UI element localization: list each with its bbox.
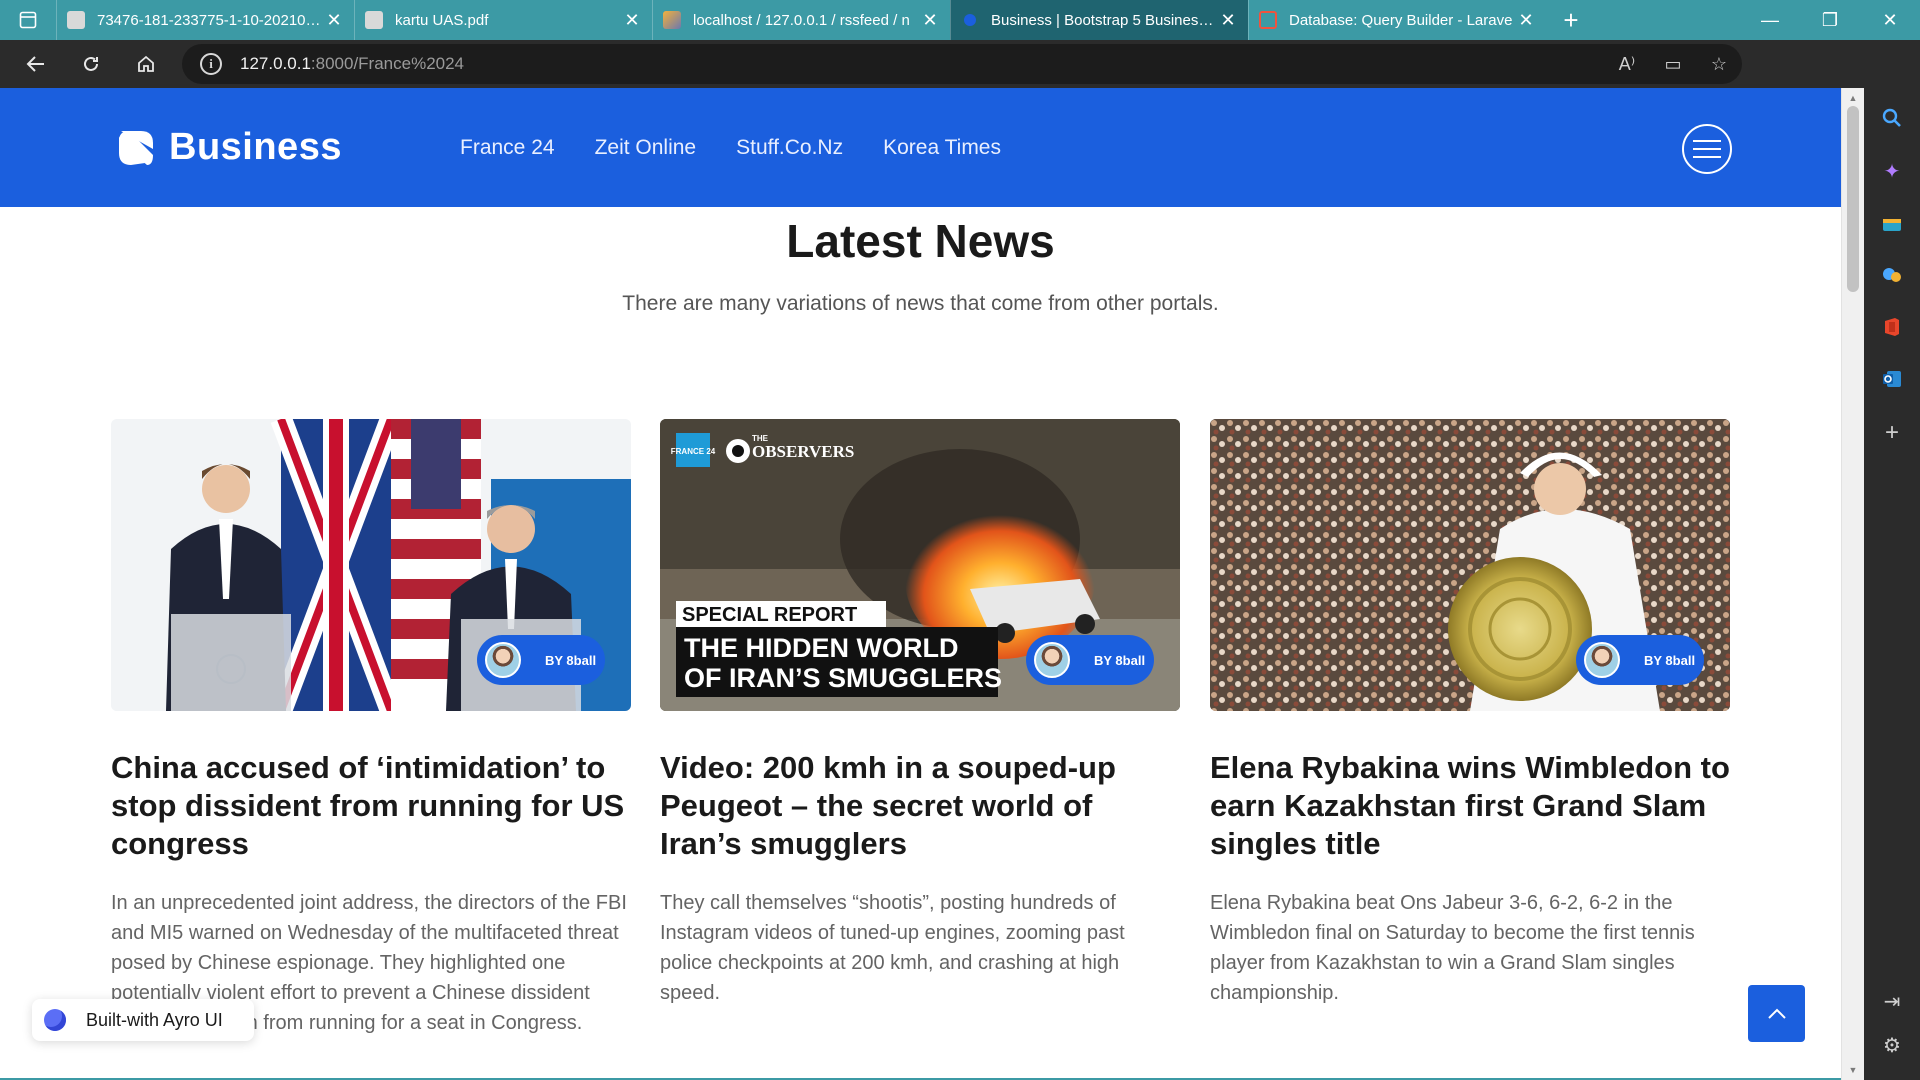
read-aloud-icon[interactable]: A⁾ [1604,54,1650,75]
image-label: SPECIAL REPORT [682,604,857,626]
brand-name: Business [169,126,342,168]
close-tab-icon[interactable]: ✕ [1516,10,1536,31]
scroll-to-top-button[interactable] [1748,985,1805,1042]
add-favorite-icon[interactable]: ☆ [1696,54,1742,75]
main-nav: France 24 Zeit Online Stuff.Co.Nz Korea … [460,136,1041,160]
restore-button[interactable]: ❐ [1800,0,1860,40]
site-header: Business France 24 Zeit Online Stuff.Co.… [0,88,1841,207]
address-bar[interactable]: i 127.0.0.1 :8000/France%2024 A⁾ ▭ ☆ [182,44,1742,84]
news-image[interactable]: BY 8ball [1210,419,1730,711]
browser-tab-3[interactable]: localhost / 127.0.0.1 / rssfeed / n ✕ [652,0,950,40]
author-avatar [1584,642,1620,678]
close-window-button[interactable]: ✕ [1860,0,1920,40]
browser-tab-bar: 73476-181-233775-1-10-20210820 ✕ kartu U… [0,0,1920,40]
program-logo: OBSERVERS [752,442,854,461]
back-arrow-icon [26,56,44,72]
ayro-ui-badge[interactable]: Built-with Ayro UI [32,999,254,1041]
outlook-icon[interactable] [1864,364,1920,394]
tab-title: kartu UAS.pdf [395,11,489,29]
browser-tab-1[interactable]: 73476-181-233775-1-10-20210820 ✕ [56,0,354,40]
shopping-icon[interactable] [1864,208,1920,238]
browser-tab-5[interactable]: Database: Query Builder - Larave ✕ [1248,0,1546,40]
immersive-reader-icon[interactable]: ▭ [1650,54,1696,75]
author-byline[interactable]: BY 8ball [1576,635,1704,685]
search-icon[interactable] [1864,103,1920,133]
pdf-icon [67,11,85,29]
business-logo-icon [964,14,976,26]
home-icon [137,55,154,72]
news-image[interactable]: BY 8ball [111,419,631,711]
scroll-down-arrow-icon[interactable]: ▼ [1842,1062,1864,1078]
copilot-icon[interactable]: ✦ [1864,156,1920,186]
edge-sidebar: ✦ + ⇥ ⚙ [1864,88,1920,1080]
laravel-icon [1259,11,1277,29]
author-byline[interactable]: BY 8ball [1026,635,1154,685]
section-subtitle: There are many variations of news that c… [622,292,1219,315]
author-avatar [485,642,521,678]
office-icon[interactable] [1864,312,1920,342]
tab-actions-icon [19,11,37,29]
url-path: :8000/France%2024 [310,54,465,73]
tab-title: Database: Query Builder - Larave [1289,11,1513,29]
news-excerpt: Elena Rybakina beat Ons Jabeur 3-6, 6-2,… [1210,892,1695,1004]
nav-link-korea-times[interactable]: Korea Times [883,136,1001,160]
browser-tab-4-active[interactable]: Business | Bootstrap 5 Business T ✕ [950,0,1248,40]
games-icon[interactable] [1864,260,1920,290]
hide-sidebar-icon[interactable]: ⇥ [1864,986,1920,1016]
brand-logo[interactable]: Business [115,126,342,169]
scroll-up-arrow-icon[interactable]: ▲ [1842,90,1864,106]
page-viewport: Business France 24 Zeit Online Stuff.Co.… [0,88,1841,1080]
page-scrollbar[interactable]: ▲ ▼ [1841,88,1864,1080]
url-host: 127.0.0.1 [240,54,311,73]
close-tab-icon[interactable]: ✕ [920,10,940,31]
channel-logo-text: FRANCE 24 [671,447,716,456]
tab-title: Business | Bootstrap 5 Business T [991,11,1218,29]
site-info-icon[interactable]: i [200,53,222,75]
pdf-icon [365,11,383,29]
news-excerpt: They call themselves “shootis”, posting … [660,892,1125,1004]
refresh-icon [83,56,98,71]
business-logo-icon [119,130,153,165]
browser-tab-2[interactable]: kartu UAS.pdf ✕ [354,0,652,40]
author-name: BY 8ball [1644,652,1696,668]
nav-link-stuff-co-nz[interactable]: Stuff.Co.Nz [736,136,843,160]
settings-gear-icon[interactable]: ⚙ [1864,1030,1920,1060]
refresh-button[interactable] [63,40,118,88]
image-headline-2: OF IRAN’S SMUGGLERS [684,663,1002,693]
home-button[interactable] [118,40,173,88]
new-tab-button[interactable]: + [1546,0,1596,40]
nav-link-france-24[interactable]: France 24 [460,136,555,160]
author-name: BY 8ball [545,652,597,668]
author-avatar [1034,642,1070,678]
tab-title: localhost / 127.0.0.1 / rssfeed / n [693,11,910,29]
author-name: BY 8ball [1094,652,1146,668]
section-title: Latest News [786,215,1055,267]
tab-actions-button[interactable] [0,0,56,40]
minimize-button[interactable]: — [1740,0,1800,40]
tab-title: 73476-181-233775-1-10-20210820 [97,11,324,29]
hamburger-icon [1693,140,1721,142]
scrollbar-thumb[interactable] [1847,106,1859,292]
chevron-up-icon [1767,1008,1786,1019]
news-title[interactable]: Video: 200 kmh in a souped-up Peugeot – … [660,749,1180,863]
close-tab-icon[interactable]: ✕ [622,10,642,31]
news-card: BY 8ball China accused of ‘intimidation’… [111,419,631,1038]
add-sidebar-app-icon[interactable]: + [1864,418,1920,448]
news-title[interactable]: Elena Rybakina wins Wimbledon to earn Ka… [1210,749,1730,863]
browser-toolbar: i 127.0.0.1 :8000/France%2024 A⁾ ▭ ☆ ☆ ⧉… [0,40,1920,119]
close-tab-icon[interactable]: ✕ [324,10,344,31]
menu-toggle-button[interactable] [1682,124,1732,174]
news-card: FRANCE 24 THE OBSERVERS SPECIAL REPORT T… [660,419,1180,1008]
phpmyadmin-icon [663,11,681,29]
close-tab-icon[interactable]: ✕ [1218,10,1238,31]
ayro-logo-icon [44,1009,66,1031]
news-card: BY 8ball Elena Rybakina wins Wimbledon t… [1210,419,1730,1008]
back-button[interactable] [8,40,63,88]
news-image[interactable]: FRANCE 24 THE OBSERVERS SPECIAL REPORT T… [660,419,1180,711]
news-title[interactable]: China accused of ‘intimidation’ to stop … [111,749,631,863]
ayro-badge-label: Built-with Ayro UI [86,1009,223,1030]
image-headline-1: THE HIDDEN WORLD [684,633,958,663]
author-byline[interactable]: BY 8ball [477,635,605,685]
nav-link-zeit-online[interactable]: Zeit Online [595,136,697,160]
